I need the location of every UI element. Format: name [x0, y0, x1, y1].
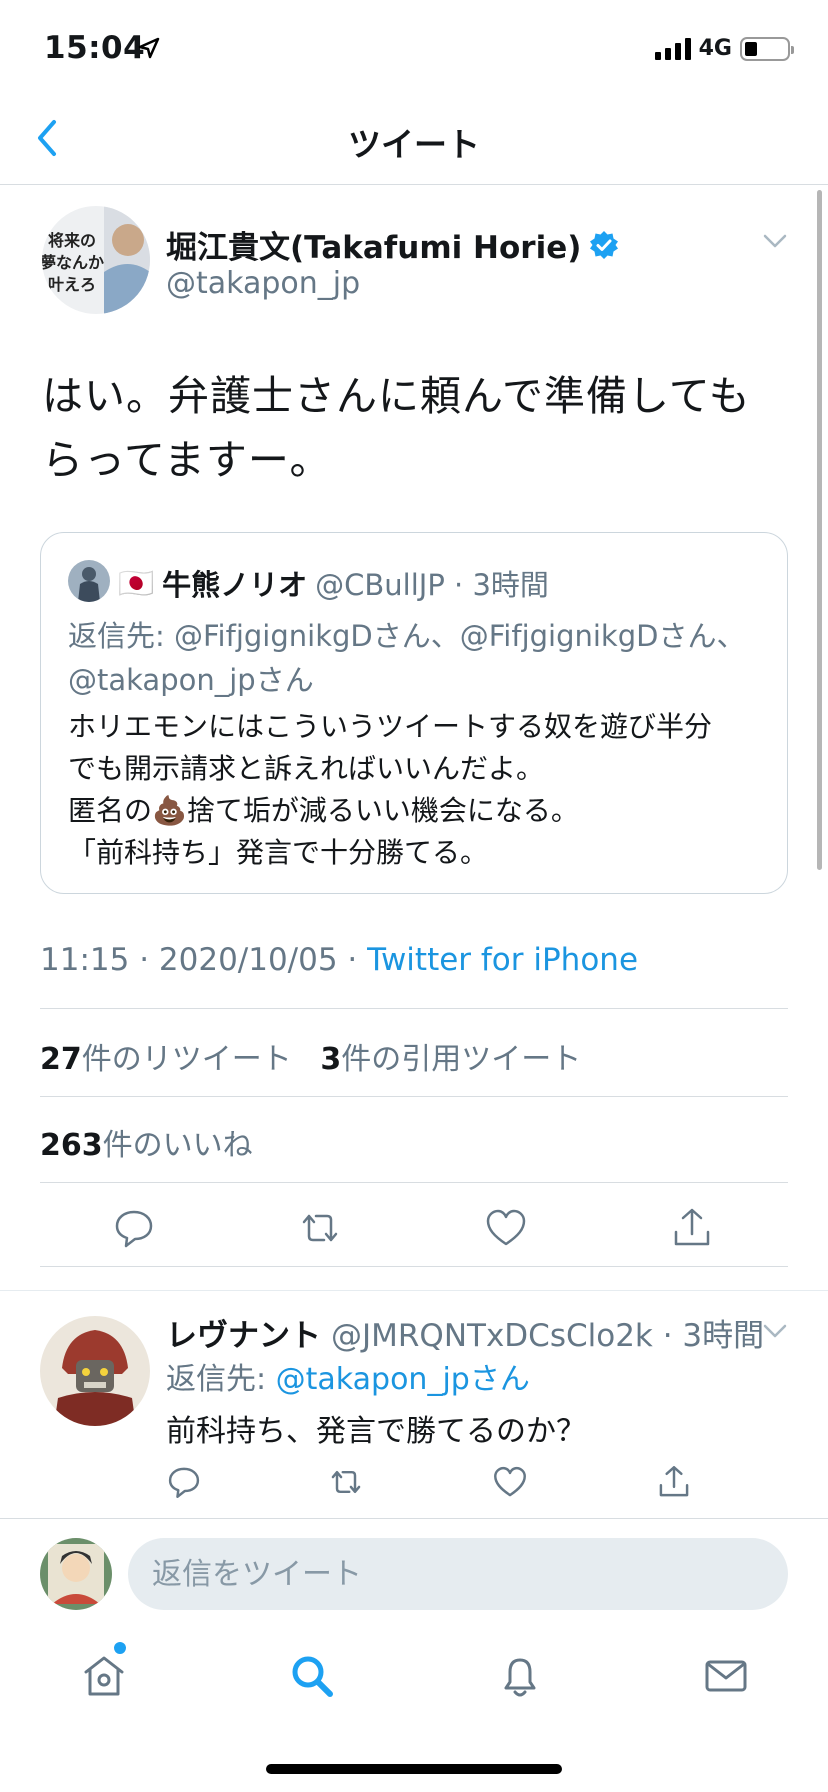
- signal-icon: [654, 37, 691, 60]
- svg-text:夢なんか: 夢なんか: [42, 253, 104, 272]
- reply-author-meta: @JMRQNTxDCsClo2k · 3時間: [331, 1318, 765, 1354]
- quoted-tweet-text: ホリエモンにはこういうツイートする奴を遊び半分 でも開示請求と訴えればいいんだよ…: [68, 706, 768, 874]
- location-arrow-icon: [138, 37, 160, 59]
- scrollbar[interactable]: [817, 190, 822, 870]
- quoted-text-line-1: ホリエモンにはこういうツイートする奴を遊び半分: [68, 710, 713, 743]
- reply-icon[interactable]: [112, 1206, 156, 1250]
- svg-text:叶えろ: 叶えろ: [48, 275, 96, 294]
- svg-text:将来の: 将来の: [48, 231, 96, 250]
- chevron-down-icon[interactable]: [762, 232, 788, 250]
- home-icon[interactable]: [80, 1652, 128, 1700]
- page-title: ツイート: [348, 125, 480, 164]
- quoted-reply-to: 返信先: @FifjgignikgDさん、@FifjgignikgDさん、 @t…: [68, 614, 768, 702]
- home-notification-dot: [114, 1642, 126, 1654]
- retweet-icon[interactable]: [298, 1206, 342, 1250]
- divider: [40, 1182, 788, 1183]
- quoted-text-line-3: 匿名の💩捨て垢が減るいい機会になる。: [68, 790, 768, 832]
- quotes-link[interactable]: 3件の引用ツイート: [320, 1042, 581, 1077]
- notifications-bell-icon[interactable]: [496, 1652, 544, 1700]
- quoted-text-line-3b: 捨て垢が減るいい機会になる。: [186, 794, 579, 827]
- reply-author-avatar[interactable]: [40, 1316, 150, 1426]
- flag-jp-icon: 🇯🇵: [118, 565, 155, 600]
- quotes-label: 件の引用ツイート: [341, 1042, 582, 1077]
- likes-count: 263: [40, 1128, 103, 1163]
- quoted-author-name: 牛熊ノリオ: [162, 568, 308, 602]
- retweet-icon[interactable]: [328, 1464, 364, 1500]
- back-chevron-icon[interactable]: [32, 118, 62, 158]
- quoted-text-line-3a: 匿名の: [68, 794, 153, 827]
- share-icon[interactable]: [656, 1464, 692, 1500]
- quoted-author-avatar: [68, 560, 110, 602]
- battery-icon: [740, 36, 794, 61]
- reply-header: レヴナント @JMRQNTxDCsClo2k · 3時間: [166, 1310, 764, 1355]
- network-type: 4G: [698, 36, 732, 61]
- quoted-author-meta: @CBullJP · 3時間: [315, 568, 549, 602]
- quotes-count: 3: [320, 1042, 342, 1077]
- author-avatar[interactable]: 将来の 夢なんか 叶えろ: [42, 206, 150, 314]
- compose-separator: [0, 1518, 828, 1519]
- author-name-row[interactable]: 堀江貴文(Takafumi Horie): [166, 222, 619, 267]
- reply-compose-input[interactable]: [128, 1538, 788, 1610]
- reply-to-prefix: 返信先:: [166, 1362, 276, 1397]
- tweet-text: はい。弁護士さんに頼んで準備してもらってますー。: [42, 372, 751, 484]
- reply-to: 返信先: @takapon_jpさん: [166, 1354, 530, 1398]
- reply-icon[interactable]: [166, 1464, 202, 1500]
- retweets-count: 27: [40, 1042, 82, 1077]
- messages-mail-icon[interactable]: [702, 1652, 750, 1700]
- status-time: 15:04: [44, 30, 146, 66]
- share-icon[interactable]: [670, 1206, 714, 1250]
- author-handle[interactable]: @takapon_jp: [166, 266, 360, 301]
- verified-badge-icon: [590, 230, 619, 259]
- tweet-meta: 11:15 · 2020/10/05 · Twitter for iPhone: [40, 942, 638, 978]
- poop-emoji: 💩: [152, 794, 187, 827]
- reply-text: 前科持ち、発言で勝てるのか？: [166, 1414, 586, 1449]
- quoted-text-line-4: 「前科持ち」発言で十分勝てる。: [68, 836, 489, 869]
- like-heart-icon[interactable]: [484, 1206, 528, 1250]
- divider: [40, 1266, 788, 1267]
- chevron-down-icon[interactable]: [762, 1322, 788, 1340]
- tweet-timestamp: 11:15 · 2020/10/05 ·: [40, 942, 368, 978]
- divider: [40, 1096, 788, 1097]
- current-user-avatar: [40, 1538, 112, 1610]
- author-name: 堀江貴文(Takafumi Horie): [166, 230, 582, 266]
- retweet-quote-counts: 27件のリツイート 3件の引用ツイート: [40, 1034, 581, 1078]
- reply-to-mention[interactable]: @takapon_jpさん: [276, 1362, 530, 1397]
- quoted-header: 🇯🇵 牛熊ノリオ @CBullJP · 3時間: [118, 562, 549, 604]
- home-indicator[interactable]: [266, 1764, 562, 1774]
- quoted-reply-to-line-1: 返信先: @FifjgignikgDさん、@FifjgignikgDさん、: [68, 619, 746, 653]
- search-icon[interactable]: [288, 1652, 336, 1700]
- retweets-label: 件のリツイート: [81, 1042, 292, 1077]
- status-indicators: 4G: [654, 36, 794, 61]
- quoted-text-line-2: でも開示請求と訴えればいいんだよ。: [68, 752, 545, 785]
- quoted-reply-to-line-2: @takapon_jpさん: [68, 663, 314, 697]
- likes-link[interactable]: 263件のいいね: [40, 1120, 253, 1164]
- nav-divider: [0, 184, 828, 185]
- likes-label: 件のいいね: [102, 1128, 253, 1163]
- tweet-source-link[interactable]: Twitter for iPhone: [367, 942, 638, 978]
- retweets-link[interactable]: 27件のリツイート: [40, 1042, 292, 1077]
- like-heart-icon[interactable]: [492, 1464, 528, 1500]
- reply-author-name[interactable]: レヴナント: [166, 1310, 321, 1355]
- divider: [40, 1008, 788, 1009]
- section-separator: [0, 1290, 828, 1291]
